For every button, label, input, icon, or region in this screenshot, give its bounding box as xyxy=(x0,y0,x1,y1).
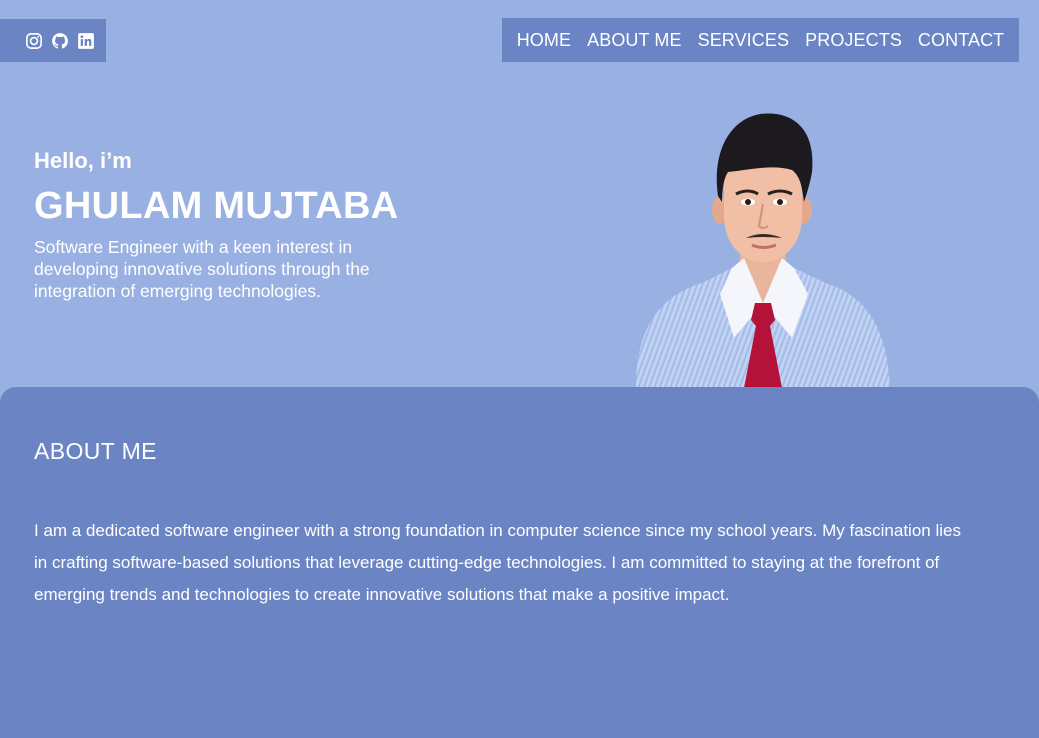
hero-name: GHULAM MUJTABA xyxy=(34,185,399,227)
about-section: ABOUT ME I am a dedicated software engin… xyxy=(0,387,1039,738)
main-navigation: HOME ABOUT ME SERVICES PROJECTS CONTACT xyxy=(502,18,1019,62)
portfolio-page: HOME ABOUT ME SERVICES PROJECTS CONTACT … xyxy=(0,0,1039,738)
nav-contact[interactable]: CONTACT xyxy=(910,30,1012,51)
nav-projects[interactable]: PROJECTS xyxy=(797,30,910,51)
profile-photo xyxy=(636,113,890,388)
instagram-icon[interactable] xyxy=(24,31,43,50)
hero-greeting: Hello, i’m xyxy=(34,148,132,173)
github-icon[interactable] xyxy=(50,31,69,50)
nav-home[interactable]: HOME xyxy=(509,30,579,51)
about-body: I am a dedicated software engineer with … xyxy=(34,521,961,604)
nav-services[interactable]: SERVICES xyxy=(690,30,798,51)
linkedin-icon[interactable] xyxy=(76,31,95,50)
hero-intro: Hello, i’m GHULAM MUJTABA Software Engin… xyxy=(34,146,434,302)
social-links-bar xyxy=(0,19,106,62)
nav-about-me[interactable]: ABOUT ME xyxy=(579,30,689,51)
about-title: ABOUT ME xyxy=(34,438,157,464)
hero-tagline: Software Engineer with a keen interest i… xyxy=(34,237,370,301)
